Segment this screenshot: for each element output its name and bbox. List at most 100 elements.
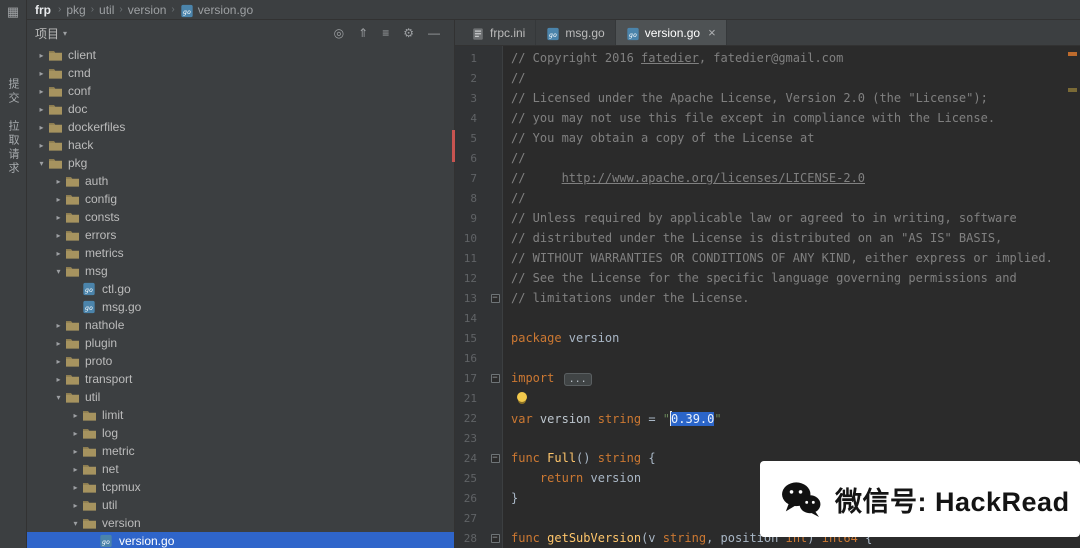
- code-text: return version: [503, 471, 641, 485]
- fold-marker-icon[interactable]: −: [490, 293, 500, 303]
- locate-file-icon[interactable]: ◎: [334, 26, 344, 40]
- code-text: //: [503, 151, 525, 165]
- folder-icon: [65, 337, 85, 350]
- tree-item-util[interactable]: ▾ util: [27, 388, 454, 406]
- tree-item-doc[interactable]: ▸ doc: [27, 100, 454, 118]
- editor-tab-msg.go[interactable]: go msg.go: [536, 20, 616, 45]
- tree-item-tcpmux[interactable]: ▸ tcpmux: [27, 478, 454, 496]
- chevron-down-icon[interactable]: ▾: [35, 159, 48, 168]
- code-line-1: 1 // Copyright 2016 fatedier, fatedier@gm…: [455, 48, 1080, 68]
- tree-item-util[interactable]: ▸ util: [27, 496, 454, 514]
- chevron-right-icon[interactable]: ▸: [35, 51, 48, 60]
- tool-windows-icon[interactable]: ▦: [7, 4, 19, 20]
- chevron-right-icon[interactable]: ▸: [69, 447, 82, 456]
- project-view-selector[interactable]: 项目 ▾: [35, 25, 67, 42]
- tree-item-log[interactable]: ▸ log: [27, 424, 454, 442]
- settings-icon[interactable]: ⚙: [403, 26, 414, 40]
- chevron-right-icon[interactable]: ▸: [52, 213, 65, 222]
- breadcrumb: frp › pkg › util › version › go version.go: [27, 0, 1080, 20]
- view-options-icon[interactable]: ≡: [382, 26, 389, 40]
- tree-item-net[interactable]: ▸ net: [27, 460, 454, 478]
- project-panel-header: 项目 ▾ ◎ ⇑ ≡ ⚙ —: [27, 20, 454, 46]
- tool-button-pull-requests[interactable]: 拉取请求: [5, 120, 21, 176]
- tree-item-version.go[interactable]: go version.go: [27, 532, 454, 548]
- breadcrumb-item-version.go[interactable]: version.go: [197, 3, 254, 17]
- tree-item-plugin[interactable]: ▸ plugin: [27, 334, 454, 352]
- tree-item-config[interactable]: ▸ config: [27, 190, 454, 208]
- breadcrumb-item-pkg[interactable]: pkg: [65, 3, 86, 17]
- tree-item-errors[interactable]: ▸ errors: [27, 226, 454, 244]
- intention-bulb-icon[interactable]: [517, 392, 527, 402]
- chevron-right-icon[interactable]: ▸: [52, 249, 65, 258]
- project-view-label: 项目: [35, 26, 60, 41]
- chevron-right-icon[interactable]: ▸: [35, 105, 48, 114]
- tree-item-version[interactable]: ▾ version: [27, 514, 454, 532]
- folded-region-badge[interactable]: ...: [563, 373, 592, 386]
- tree-item-label: nathole: [85, 318, 125, 332]
- code-line-2: 2 //: [455, 68, 1080, 88]
- chevron-right-icon[interactable]: ▸: [69, 483, 82, 492]
- tree-item-conf[interactable]: ▸ conf: [27, 82, 454, 100]
- chevron-right-icon[interactable]: ▸: [69, 501, 82, 510]
- chevron-down-icon[interactable]: ▾: [69, 519, 82, 528]
- hide-panel-icon[interactable]: —: [428, 26, 440, 40]
- line-number: 16: [463, 351, 477, 365]
- tree-item-auth[interactable]: ▸ auth: [27, 172, 454, 190]
- editor-tab-version.go[interactable]: go version.go ×: [615, 20, 727, 45]
- tree-item-ctl.go[interactable]: go ctl.go: [27, 280, 454, 298]
- line-number: 23: [463, 431, 477, 445]
- chevron-right-icon[interactable]: ▸: [35, 123, 48, 132]
- tree-item-transport[interactable]: ▸ transport: [27, 370, 454, 388]
- chevron-right-icon[interactable]: ▸: [35, 87, 48, 96]
- tree-item-label: ctl.go: [102, 282, 131, 296]
- line-number: 3: [470, 91, 477, 105]
- chevron-right-icon[interactable]: ▸: [69, 411, 82, 420]
- fold-marker-icon[interactable]: −: [490, 533, 500, 543]
- tree-item-msg.go[interactable]: go msg.go: [27, 298, 454, 316]
- fold-marker-icon[interactable]: −: [490, 373, 500, 383]
- collapse-all-icon[interactable]: ⇑: [358, 26, 368, 40]
- chevron-right-icon[interactable]: ▸: [52, 321, 65, 330]
- tree-item-client[interactable]: ▸ client: [27, 46, 454, 64]
- tree-item-hack[interactable]: ▸ hack: [27, 136, 454, 154]
- breadcrumb-root[interactable]: frp: [35, 3, 51, 17]
- chevron-right-icon[interactable]: ▸: [52, 375, 65, 384]
- breadcrumb-item-util[interactable]: util: [98, 3, 115, 17]
- close-icon[interactable]: ×: [708, 26, 716, 39]
- chevron-down-icon: ▾: [63, 28, 68, 38]
- editor-tab-frpc.ini[interactable]: frpc.ini: [461, 20, 537, 45]
- chevron-down-icon[interactable]: ▾: [52, 267, 65, 276]
- chevron-right-icon[interactable]: ▸: [52, 231, 65, 240]
- breadcrumb-items: › pkg › util › version › go version.go: [54, 3, 254, 17]
- breadcrumb-separator-icon: ›: [119, 4, 123, 15]
- tree-item-msg[interactable]: ▾ msg: [27, 262, 454, 280]
- chevron-right-icon[interactable]: ▸: [35, 141, 48, 150]
- chevron-right-icon[interactable]: ▸: [52, 357, 65, 366]
- code-segment: //: [511, 71, 526, 85]
- fold-marker-icon[interactable]: −: [490, 453, 500, 463]
- code-text: }: [503, 491, 518, 505]
- tree-item-limit[interactable]: ▸ limit: [27, 406, 454, 424]
- tree-item-nathole[interactable]: ▸ nathole: [27, 316, 454, 334]
- chevron-right-icon[interactable]: ▸: [52, 195, 65, 204]
- chevron-right-icon[interactable]: ▸: [69, 429, 82, 438]
- tool-button-commit[interactable]: 提交: [5, 78, 21, 106]
- code-segment: //: [511, 171, 562, 185]
- chevron-right-icon[interactable]: ▸: [35, 69, 48, 78]
- tree-item-dockerfiles[interactable]: ▸ dockerfiles: [27, 118, 454, 136]
- chevron-right-icon[interactable]: ▸: [69, 465, 82, 474]
- tree-item-metric[interactable]: ▸ metric: [27, 442, 454, 460]
- tree-item-metrics[interactable]: ▸ metrics: [27, 244, 454, 262]
- tree-item-cmd[interactable]: ▸ cmd: [27, 64, 454, 82]
- go-file-icon: go: [180, 4, 194, 18]
- chevron-down-icon[interactable]: ▾: [52, 393, 65, 402]
- tree-item-proto[interactable]: ▸ proto: [27, 352, 454, 370]
- code-line-16: 16: [455, 348, 1080, 368]
- chevron-right-icon[interactable]: ▸: [52, 177, 65, 186]
- code-segment: }: [511, 491, 519, 505]
- chevron-right-icon[interactable]: ▸: [52, 339, 65, 348]
- breadcrumb-item-version[interactable]: version: [127, 3, 168, 17]
- tree-item-pkg[interactable]: ▾ pkg: [27, 154, 454, 172]
- tree-item-label: plugin: [85, 336, 118, 350]
- tree-item-consts[interactable]: ▸ consts: [27, 208, 454, 226]
